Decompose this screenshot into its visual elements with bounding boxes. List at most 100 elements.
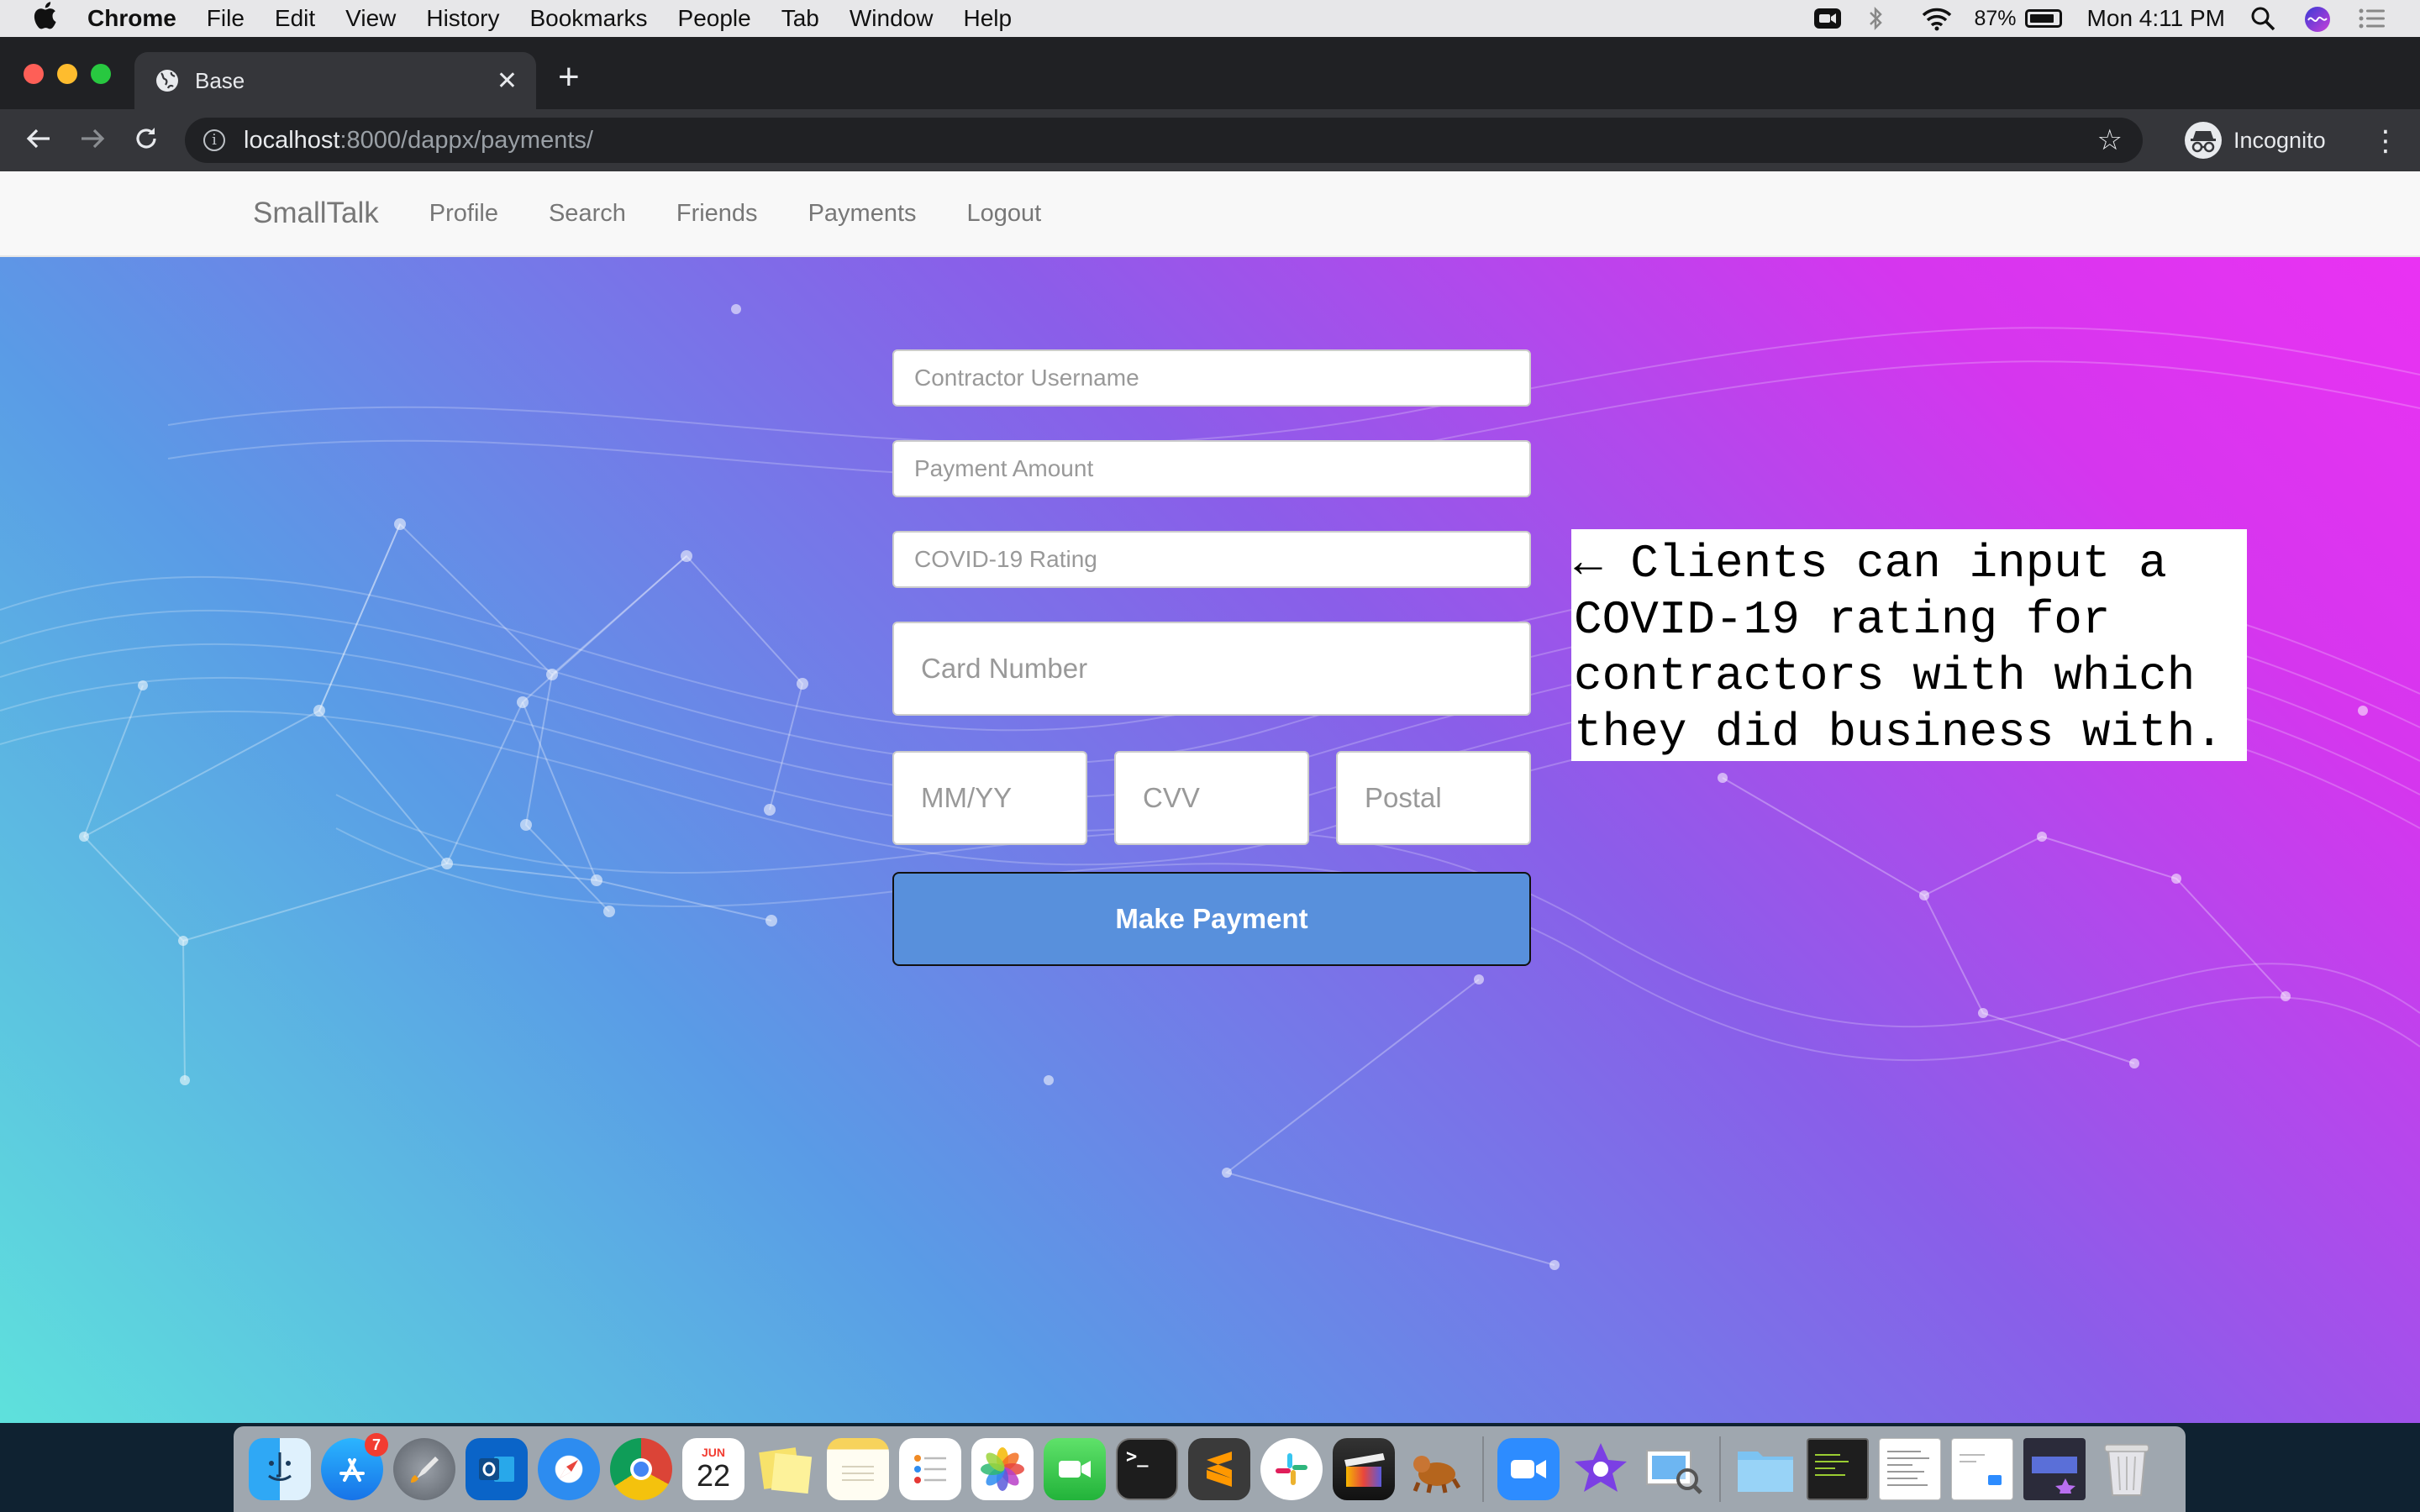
site-brand-link[interactable]: SmallTalk (253, 197, 379, 230)
menu-bookmarks[interactable]: Bookmarks (529, 5, 647, 32)
zoom-status-icon[interactable] (1813, 6, 1842, 31)
expiry-input[interactable]: MM/YY (892, 751, 1087, 845)
cvv-placeholder: CVV (1143, 782, 1200, 813)
nav-link-friends[interactable]: Friends (676, 200, 758, 228)
menu-app-name[interactable]: Chrome (87, 5, 176, 32)
chrome-icon[interactable] (610, 1438, 672, 1500)
incognito-icon (2185, 122, 2222, 159)
postal-input[interactable]: Postal (1336, 751, 1531, 845)
browser-window: Base ✕ + i localhost :8000/dappx/payment… (0, 37, 2420, 1423)
calendar-day: 22 (696, 1458, 731, 1493)
tab-title: Base (195, 67, 245, 93)
incognito-profile-button[interactable]: Incognito (2185, 118, 2353, 163)
app-store-icon[interactable]: 7 (321, 1433, 388, 1500)
new-tab-button[interactable]: + (558, 59, 580, 96)
sublime-text-icon[interactable] (1188, 1438, 1250, 1500)
address-bar[interactable]: i localhost :8000/dappx/payments/ ☆ (185, 118, 2143, 163)
trash-icon[interactable] (2096, 1438, 2158, 1500)
contractor-username-placeholder: Contractor Username (914, 365, 1139, 391)
forward-arrow-icon[interactable] (76, 124, 109, 158)
calendar-month: JUN (701, 1446, 725, 1459)
reminders-icon[interactable] (899, 1438, 961, 1500)
payment-amount-placeholder: Payment Amount (914, 455, 1094, 481)
annotation-line-1: ← Clients can input a (1574, 537, 2167, 591)
menu-extras: 87% Mon 4:11 PM (1788, 5, 2387, 32)
chrome-menu-icon[interactable]: ⋮ (2371, 124, 2400, 158)
site-info-icon[interactable]: i (203, 129, 225, 151)
bluetooth-icon[interactable] (1867, 6, 1896, 31)
photos-icon[interactable] (971, 1438, 1034, 1500)
menu-clock[interactable]: Mon 4:11 PM (2087, 5, 2225, 32)
annotation-line-2: COVID-19 rating for (1574, 593, 2111, 647)
window-minimize-button[interactable] (57, 64, 77, 84)
window-zoom-button[interactable] (91, 64, 111, 84)
downloads-folder-icon[interactable] (1734, 1438, 1797, 1500)
postal-placeholder: Postal (1365, 782, 1442, 813)
screenshot-4-icon[interactable] (2023, 1438, 2086, 1500)
terminal-icon[interactable]: >_ (1116, 1438, 1178, 1500)
macos-dock: 7 JUN 22 >_ (234, 1426, 2186, 1512)
tab-strip: Base ✕ + (0, 37, 2420, 109)
contractor-username-input[interactable]: Contractor Username (892, 349, 1531, 407)
stickies-icon[interactable] (755, 1438, 817, 1500)
payment-amount-input[interactable]: Payment Amount (892, 440, 1531, 497)
expiry-placeholder: MM/YY (921, 782, 1013, 813)
finder-icon[interactable] (249, 1438, 311, 1500)
url-path: :8000/dappx/payments/ (339, 126, 593, 154)
macos-menu-bar: Chrome File Edit View History Bookmarks … (0, 0, 2420, 37)
menu-window[interactable]: Window (850, 5, 934, 32)
card-number-placeholder: Card Number (921, 653, 1088, 684)
nav-link-logout[interactable]: Logout (967, 200, 1042, 228)
launchpad-icon[interactable] (393, 1438, 455, 1500)
safari-icon[interactable] (538, 1438, 600, 1500)
reload-icon[interactable] (129, 124, 163, 158)
outlook-icon[interactable] (466, 1438, 528, 1500)
screenshot-3-icon[interactable] (1951, 1438, 2013, 1500)
menu-tab[interactable]: Tab (781, 5, 819, 32)
payment-page-background: Contractor Username Payment Amount COVID… (0, 257, 2420, 1423)
calendar-icon[interactable]: JUN 22 (682, 1438, 744, 1500)
nav-link-profile[interactable]: Profile (429, 200, 498, 228)
final-cut-icon[interactable] (1333, 1438, 1395, 1500)
tab-close-icon[interactable]: ✕ (497, 66, 518, 96)
screenshot-1-icon[interactable] (1807, 1438, 1869, 1500)
bookmark-star-icon[interactable]: ☆ (2097, 123, 2123, 157)
screenshot-2-icon[interactable] (1879, 1438, 1941, 1500)
url-host: localhost (244, 126, 340, 154)
apple-menu-icon[interactable] (32, 1, 69, 36)
menu-people[interactable]: People (678, 5, 751, 32)
make-payment-button[interactable]: Make Payment (892, 872, 1531, 966)
imovie-icon[interactable] (1570, 1438, 1632, 1500)
nav-link-payments[interactable]: Payments (808, 200, 917, 228)
facetime-icon[interactable] (1044, 1438, 1106, 1500)
wifi-icon[interactable] (1921, 6, 1951, 31)
browser-tab-active[interactable]: Base ✕ (134, 52, 536, 109)
annotation-line-3: contractors with which (1574, 649, 2196, 703)
sequel-pro-icon[interactable] (1405, 1438, 1467, 1500)
zoom-icon[interactable] (1497, 1438, 1560, 1500)
menu-edit[interactable]: Edit (275, 5, 315, 32)
covid-rating-input[interactable]: COVID-19 Rating (892, 531, 1531, 588)
menu-file[interactable]: File (207, 5, 245, 32)
window-close-button[interactable] (24, 64, 44, 84)
siri-icon[interactable] (2304, 6, 2333, 32)
nav-link-search[interactable]: Search (549, 200, 626, 228)
slack-icon[interactable] (1260, 1438, 1323, 1500)
battery-icon (2024, 9, 2062, 28)
battery-status[interactable]: 87% (1975, 7, 2062, 31)
preview-icon[interactable] (1642, 1438, 1704, 1500)
spotlight-search-icon[interactable] (2250, 6, 2279, 31)
notification-center-icon[interactable] (2358, 6, 2386, 31)
incognito-label: Incognito (2233, 127, 2326, 153)
site-navbar: SmallTalk Profile Search Friends Payment… (0, 171, 2420, 257)
page-viewport: SmallTalk Profile Search Friends Payment… (0, 171, 2420, 1423)
card-number-input[interactable]: Card Number (892, 622, 1531, 716)
menu-history[interactable]: History (426, 5, 499, 32)
cvv-input[interactable]: CVV (1114, 751, 1309, 845)
dock-separator (1482, 1436, 1484, 1502)
notes-icon[interactable] (827, 1438, 889, 1500)
app-store-badge: 7 (365, 1433, 388, 1457)
back-arrow-icon[interactable] (22, 124, 55, 158)
menu-view[interactable]: View (345, 5, 396, 32)
menu-help[interactable]: Help (963, 5, 1012, 32)
